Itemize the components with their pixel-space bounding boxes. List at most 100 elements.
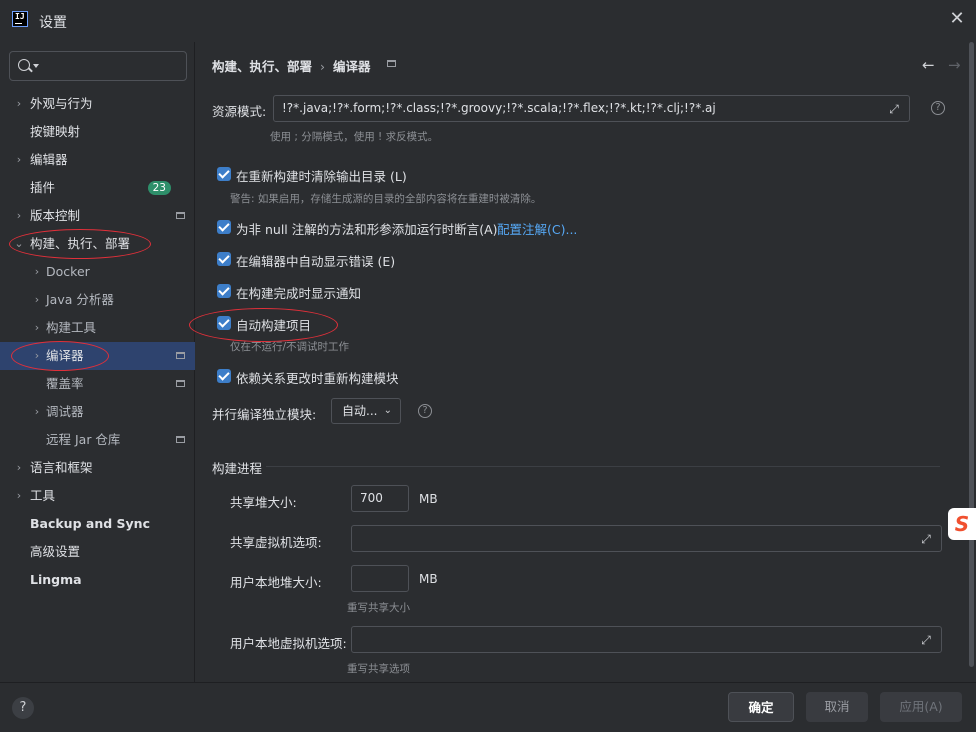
search-options-chevron-down-icon[interactable] — [33, 64, 39, 68]
auto-build-project-hint: 仅在不运行/不调试时工作 — [230, 341, 350, 353]
rebuild-dependents-label[interactable]: 依赖关系更改时重新构建模块 — [236, 368, 399, 387]
sidebar-item-coverage[interactable]: 覆盖率 — [0, 370, 195, 398]
parallel-compile-value: 自动... — [342, 404, 378, 418]
sidebar-item-advanced-settings[interactable]: 高级设置 — [0, 538, 195, 566]
chevron-right-icon[interactable]: › — [13, 482, 25, 510]
settings-tree: › 外观与行为 按键映射 › 编辑器 插件 23 › 版本控制 ⌄ 构建、执行、… — [0, 90, 195, 594]
chevron-right-icon[interactable]: › — [13, 90, 25, 118]
search-input[interactable] — [42, 56, 182, 76]
breadcrumb-separator: › — [320, 59, 326, 74]
chevron-right-icon[interactable]: › — [31, 314, 43, 342]
notify-on-complete-checkbox[interactable] — [217, 284, 231, 298]
sidebar-item-appearance[interactable]: › 外观与行为 — [0, 90, 195, 118]
forward-arrow-icon[interactable]: → — [948, 56, 961, 74]
sidebar-item-label: 高级设置 — [30, 544, 81, 559]
shared-heap-input[interactable]: 700 — [351, 485, 409, 512]
project-scope-icon — [176, 212, 185, 219]
sidebar-item-build-execution-deployment[interactable]: ⌄ 构建、执行、部署 — [0, 230, 195, 258]
sidebar-item-editor[interactable]: › 编辑器 — [0, 146, 195, 174]
cancel-button[interactable]: 取消 — [806, 692, 868, 722]
user-heap-label: 用户本地堆大小: — [230, 575, 322, 590]
sidebar-item-label: Java 分析器 — [46, 292, 114, 307]
not-null-assertions-label[interactable]: 为非 null 注解的方法和形参添加运行时断言(A) — [236, 219, 498, 238]
chevron-right-icon[interactable]: › — [13, 202, 25, 230]
chevron-right-icon[interactable]: › — [31, 342, 43, 370]
help-icon[interactable]: ? — [12, 697, 34, 719]
chevron-right-icon[interactable]: › — [31, 398, 43, 426]
sidebar-item-compiler[interactable]: › 编译器 — [0, 342, 195, 370]
help-question-icon[interactable]: ? — [418, 404, 432, 418]
clear-output-checkbox[interactable] — [217, 167, 231, 181]
vertical-scrollbar[interactable] — [969, 42, 974, 667]
parallel-compile-label: 并行编译独立模块: — [212, 407, 317, 422]
sidebar-item-backup-and-sync[interactable]: Backup and Sync — [0, 510, 195, 538]
user-heap-unit: MB — [419, 572, 438, 586]
search-box[interactable] — [9, 51, 187, 81]
chevron-right-icon[interactable]: › — [13, 146, 25, 174]
breadcrumb-current: 编译器 — [333, 59, 371, 74]
sidebar-item-label: 插件 — [30, 180, 56, 195]
search-icon — [18, 59, 30, 71]
resource-patterns-hint: 使用 ; 分隔模式，使用 ! 求反模式。 — [270, 131, 439, 143]
notify-on-complete-label[interactable]: 在构建完成时显示通知 — [236, 283, 361, 302]
sidebar-item-label: 编辑器 — [30, 152, 68, 167]
shared-heap-unit: MB — [419, 492, 438, 506]
sidebar-item-languages-frameworks[interactable]: › 语言和框架 — [0, 454, 195, 482]
sidebar-item-plugins[interactable]: 插件 23 — [0, 174, 195, 202]
chevron-down-icon: ⌄ — [383, 405, 392, 416]
sidebar-item-debugger[interactable]: › 调试器 — [0, 398, 195, 426]
chevron-right-icon[interactable]: › — [31, 258, 43, 286]
configure-annotations-link[interactable]: 配置注解(C)... — [497, 219, 577, 238]
auto-show-errors-checkbox[interactable] — [217, 252, 231, 266]
shared-vm-options-field[interactable]: ⤢ — [351, 525, 942, 552]
sidebar-item-tools[interactable]: › 工具 — [0, 482, 195, 510]
sidebar-item-label: Backup and Sync — [30, 516, 150, 531]
chevron-down-icon[interactable]: ⌄ — [13, 230, 25, 258]
expand-icon[interactable]: ⤢ — [919, 532, 933, 546]
sidebar-item-build-tools[interactable]: › 构建工具 — [0, 314, 195, 342]
back-arrow-icon[interactable]: ← — [922, 56, 935, 74]
sidebar-item-label: 构建工具 — [46, 320, 97, 335]
shared-heap-value: 700 — [360, 491, 383, 505]
auto-show-errors-label[interactable]: 在编辑器中自动显示错误 (E) — [236, 251, 395, 270]
intellij-logo-icon: IJ — [12, 11, 28, 27]
close-icon[interactable]: ✕ — [948, 10, 966, 28]
sidebar-item-lingma[interactable]: Lingma — [0, 566, 195, 594]
sidebar-item-version-control[interactable]: › 版本控制 — [0, 202, 195, 230]
sidebar-item-label: 远程 Jar 仓库 — [46, 432, 121, 447]
user-heap-input[interactable] — [351, 565, 409, 592]
chevron-right-icon[interactable]: › — [13, 454, 25, 482]
clear-output-label[interactable]: 在重新构建时清除输出目录 (L) — [236, 166, 407, 185]
expand-icon[interactable]: ⤢ — [919, 633, 933, 647]
apply-button[interactable]: 应用(A) — [880, 692, 962, 722]
clear-output-hint: 警告: 如果启用，存储生成源的目录的全部内容将在重建时被清除。 — [230, 193, 542, 205]
help-question-icon[interactable]: ? — [931, 101, 945, 115]
resource-patterns-label: 资源模式: — [212, 104, 267, 119]
shared-vm-options-label: 共享虚拟机选项: — [230, 535, 322, 550]
auto-build-project-checkbox[interactable] — [217, 316, 231, 330]
sidebar-item-label: 调试器 — [46, 404, 84, 419]
auto-build-project-label[interactable]: 自动构建项目 — [236, 315, 311, 334]
not-null-assertions-checkbox[interactable] — [217, 220, 231, 234]
sidebar-item-docker[interactable]: › Docker — [0, 258, 195, 286]
parallel-compile-select[interactable]: 自动... ⌄ — [331, 398, 401, 424]
sidebar-item-label: 按键映射 — [30, 124, 81, 139]
sidebar-item-keymap[interactable]: 按键映射 — [0, 118, 195, 146]
breadcrumb-parent[interactable]: 构建、执行、部署 — [212, 59, 312, 74]
user-vm-options-field[interactable]: ⤢ — [351, 626, 942, 653]
rebuild-dependents-checkbox[interactable] — [217, 369, 231, 383]
user-heap-hint: 重写共享大小 — [347, 602, 410, 614]
project-scope-icon — [176, 352, 185, 359]
sidebar-item-remote-jar-repositories[interactable]: 远程 Jar 仓库 — [0, 426, 195, 454]
compiler-settings-panel: 构建、执行、部署 › 编译器 ← → 资源模式: !?*.java;!?*.form… — [196, 42, 976, 682]
section-divider — [266, 466, 940, 467]
sidebar-item-java-profiler[interactable]: › Java 分析器 — [0, 286, 195, 314]
sidebar-item-label: 外观与行为 — [30, 96, 93, 111]
ok-button[interactable]: 确定 — [728, 692, 794, 722]
chevron-right-icon[interactable]: › — [31, 286, 43, 314]
expand-icon[interactable]: ⤢ — [887, 102, 901, 116]
user-vm-options-hint: 重写共享选项 — [347, 663, 410, 675]
sogou-ime-logo[interactable]: S — [948, 508, 976, 540]
project-scope-icon — [176, 380, 185, 387]
resource-patterns-field[interactable]: !?*.java;!?*.form;!?*.class;!?*.groovy;!… — [273, 95, 910, 122]
